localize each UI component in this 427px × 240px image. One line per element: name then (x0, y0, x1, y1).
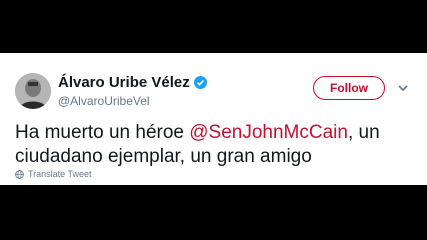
author-handle[interactable]: @AlvaroUribeVel (58, 94, 150, 108)
tweet-text: Ha muerto un héroe @SenJohnMcCain, un ci… (15, 121, 415, 169)
author-name[interactable]: Álvaro Uribe Vélez (58, 74, 207, 91)
chevron-down-icon[interactable] (396, 81, 410, 95)
globe-icon (15, 169, 24, 179)
translate-tweet-link[interactable]: Translate Tweet (15, 169, 92, 179)
translate-label: Translate Tweet (28, 169, 92, 179)
avatar[interactable] (15, 73, 51, 109)
tweet-text-part: Ha muerto un héroe (15, 122, 190, 143)
author-name-text: Álvaro Uribe Vélez (58, 74, 190, 91)
tweet-card: Álvaro Uribe Vélez @AlvaroUribeVel Follo… (0, 53, 427, 185)
follow-button[interactable]: Follow (313, 76, 385, 100)
mention-link[interactable]: @SenJohnMcCain (189, 122, 348, 143)
verified-badge-icon (193, 76, 207, 89)
avatar-image (15, 73, 51, 109)
